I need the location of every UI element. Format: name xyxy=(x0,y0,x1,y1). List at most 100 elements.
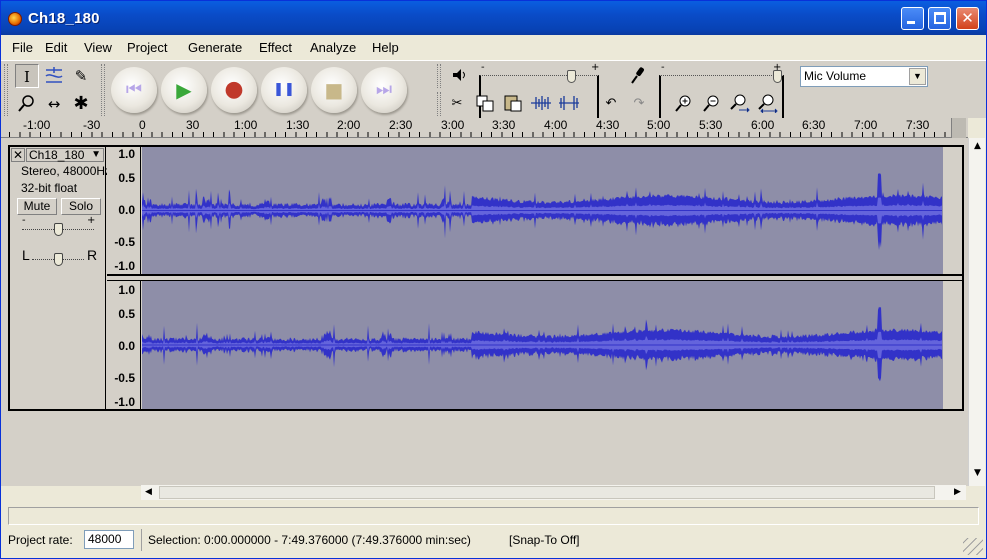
ruler-label: 1:00 xyxy=(234,118,258,132)
undo-button[interactable]: ↶ xyxy=(599,93,623,115)
record-icon: ● xyxy=(224,77,244,102)
menu-analyze[interactable]: Analyze xyxy=(310,40,356,55)
menu-view[interactable]: View xyxy=(84,40,112,55)
menu-project[interactable]: Project xyxy=(127,40,167,55)
minimize-button[interactable] xyxy=(901,7,924,30)
toolbar-grip[interactable] xyxy=(437,64,441,88)
waveform-right-channel[interactable] xyxy=(142,281,952,409)
skip-start-button[interactable]: ⏮ xyxy=(111,67,157,113)
trim-icon xyxy=(531,96,551,110)
output-minus-label: - xyxy=(481,62,485,73)
ruler-label: 30 xyxy=(186,118,200,132)
amplitude-ruler-left: 1.0 0.5 0.0 -0.5 -1.0 xyxy=(107,147,141,274)
maximize-button[interactable] xyxy=(928,7,951,30)
track-name-menu[interactable]: Ch18_180 ▼ xyxy=(26,148,104,162)
waveform-left-channel[interactable] xyxy=(142,147,952,274)
toolbar-grip[interactable] xyxy=(101,64,105,116)
redo-icon: ↷ xyxy=(633,96,645,111)
solo-button[interactable]: Solo xyxy=(61,198,101,215)
input-minus-label: - xyxy=(661,62,665,73)
copy-icon xyxy=(476,95,494,112)
project-rate-field[interactable]: 48000 xyxy=(84,530,134,549)
timeline-ruler[interactable]: -1:00 -30 0 30 1:00 1:30 2:00 2:30 3:00 3:30 4:00 4… xyxy=(1,118,968,138)
draw-tool-icon[interactable]: ✎ xyxy=(69,64,93,88)
zoom-out-button[interactable] xyxy=(699,93,723,115)
timeshift-tool-icon[interactable]: ↔ xyxy=(42,92,66,116)
ruler-label: 6:00 xyxy=(751,118,775,132)
record-button[interactable]: ● xyxy=(211,67,257,113)
ruler-label: 3:30 xyxy=(492,118,516,132)
amp-label: -0.5 xyxy=(114,235,135,249)
amp-label: -1.0 xyxy=(114,395,135,409)
pan-slider[interactable] xyxy=(32,251,84,267)
track-close-icon[interactable]: ✕ xyxy=(11,148,25,162)
menu-edit[interactable]: Edit xyxy=(45,40,67,55)
paste-button[interactable] xyxy=(501,93,525,115)
scroll-left-icon[interactable]: ◀ xyxy=(141,485,156,500)
tools-toolbar: I ✎ ↔ ✱ xyxy=(9,63,97,117)
vertical-scrollbar[interactable]: ▲ ▼ xyxy=(968,138,985,486)
fit-project-button[interactable] xyxy=(755,93,779,115)
zoom-in-button[interactable] xyxy=(671,93,695,115)
ruler-label: -30 xyxy=(83,118,101,132)
copy-button[interactable] xyxy=(473,93,497,115)
envelope-tool-icon[interactable] xyxy=(42,64,66,88)
trim-button[interactable] xyxy=(529,93,553,115)
amp-label: 0.5 xyxy=(118,171,135,185)
pause-button[interactable]: ❚❚ xyxy=(261,67,307,113)
cut-button[interactable]: ✂ xyxy=(445,93,469,115)
amp-label: -1.0 xyxy=(114,259,135,273)
close-button[interactable]: ✕ xyxy=(956,7,979,30)
fit-selection-button[interactable] xyxy=(727,93,751,115)
stop-icon: ■ xyxy=(324,78,344,102)
output-volume-thumb[interactable] xyxy=(567,70,576,83)
selection-status: Selection: 0:00.000000 - 7:49.376000 (7:… xyxy=(148,533,471,547)
mute-button[interactable]: Mute xyxy=(17,198,57,215)
pan-right-label: R xyxy=(87,247,98,263)
menu-file[interactable]: File xyxy=(12,40,33,55)
status-divider xyxy=(141,529,142,551)
horizontal-scroll-thumb[interactable] xyxy=(159,486,935,499)
zoom-in-icon xyxy=(675,95,691,112)
selection-tool-icon[interactable]: I xyxy=(15,64,39,88)
play-button[interactable]: ▶ xyxy=(161,67,207,113)
menu-help[interactable]: Help xyxy=(372,40,399,55)
ruler-label: 2:00 xyxy=(337,118,361,132)
chevron-down-icon[interactable]: ▼ xyxy=(909,68,926,85)
input-volume-thumb[interactable] xyxy=(773,70,782,83)
ruler-label: 5:30 xyxy=(699,118,723,132)
waveform-svg xyxy=(142,306,942,382)
maximize-icon xyxy=(934,12,946,24)
zoom-tool-icon[interactable] xyxy=(15,92,39,116)
menu-effect[interactable]: Effect xyxy=(259,40,292,55)
amp-label: 0.0 xyxy=(118,203,135,217)
toolbar-grip[interactable] xyxy=(437,92,441,116)
input-source-select[interactable]: Mic Volume ▼ xyxy=(800,66,928,87)
gain-slider[interactable] xyxy=(22,221,94,237)
toolbar-grip[interactable] xyxy=(4,64,8,116)
gain-slider-thumb[interactable] xyxy=(54,223,63,236)
ruler-label: -1:00 xyxy=(23,118,51,132)
input-source-value: Mic Volume xyxy=(804,69,867,83)
menu-generate[interactable]: Generate xyxy=(188,40,242,55)
scroll-right-icon[interactable]: ▶ xyxy=(950,485,965,500)
title-bar[interactable]: Ch18_180 ✕ xyxy=(1,1,986,35)
output-volume-slider[interactable]: - + xyxy=(479,62,599,341)
multi-tool-icon[interactable]: ✱ xyxy=(69,92,93,116)
redo-button[interactable]: ↷ xyxy=(627,93,651,115)
amp-label: 1.0 xyxy=(118,147,135,161)
track-name: Ch18_180 xyxy=(29,148,85,162)
scroll-down-icon[interactable]: ▼ xyxy=(969,465,986,482)
silence-icon xyxy=(559,96,579,110)
horizontal-scrollbar[interactable]: ◀ ▶ xyxy=(141,485,966,500)
pan-slider-thumb[interactable] xyxy=(54,253,63,266)
silence-button[interactable] xyxy=(557,93,581,115)
resize-grip[interactable] xyxy=(963,538,983,555)
input-volume-slider[interactable]: - + xyxy=(659,62,784,341)
channel-separator xyxy=(107,274,962,281)
scroll-up-icon[interactable]: ▲ xyxy=(969,138,986,155)
play-icon: ▶ xyxy=(176,78,192,102)
stop-button[interactable]: ■ xyxy=(311,67,357,113)
skip-end-button[interactable]: ⏭ xyxy=(361,67,407,113)
ruler-label: 7:00 xyxy=(854,118,878,132)
